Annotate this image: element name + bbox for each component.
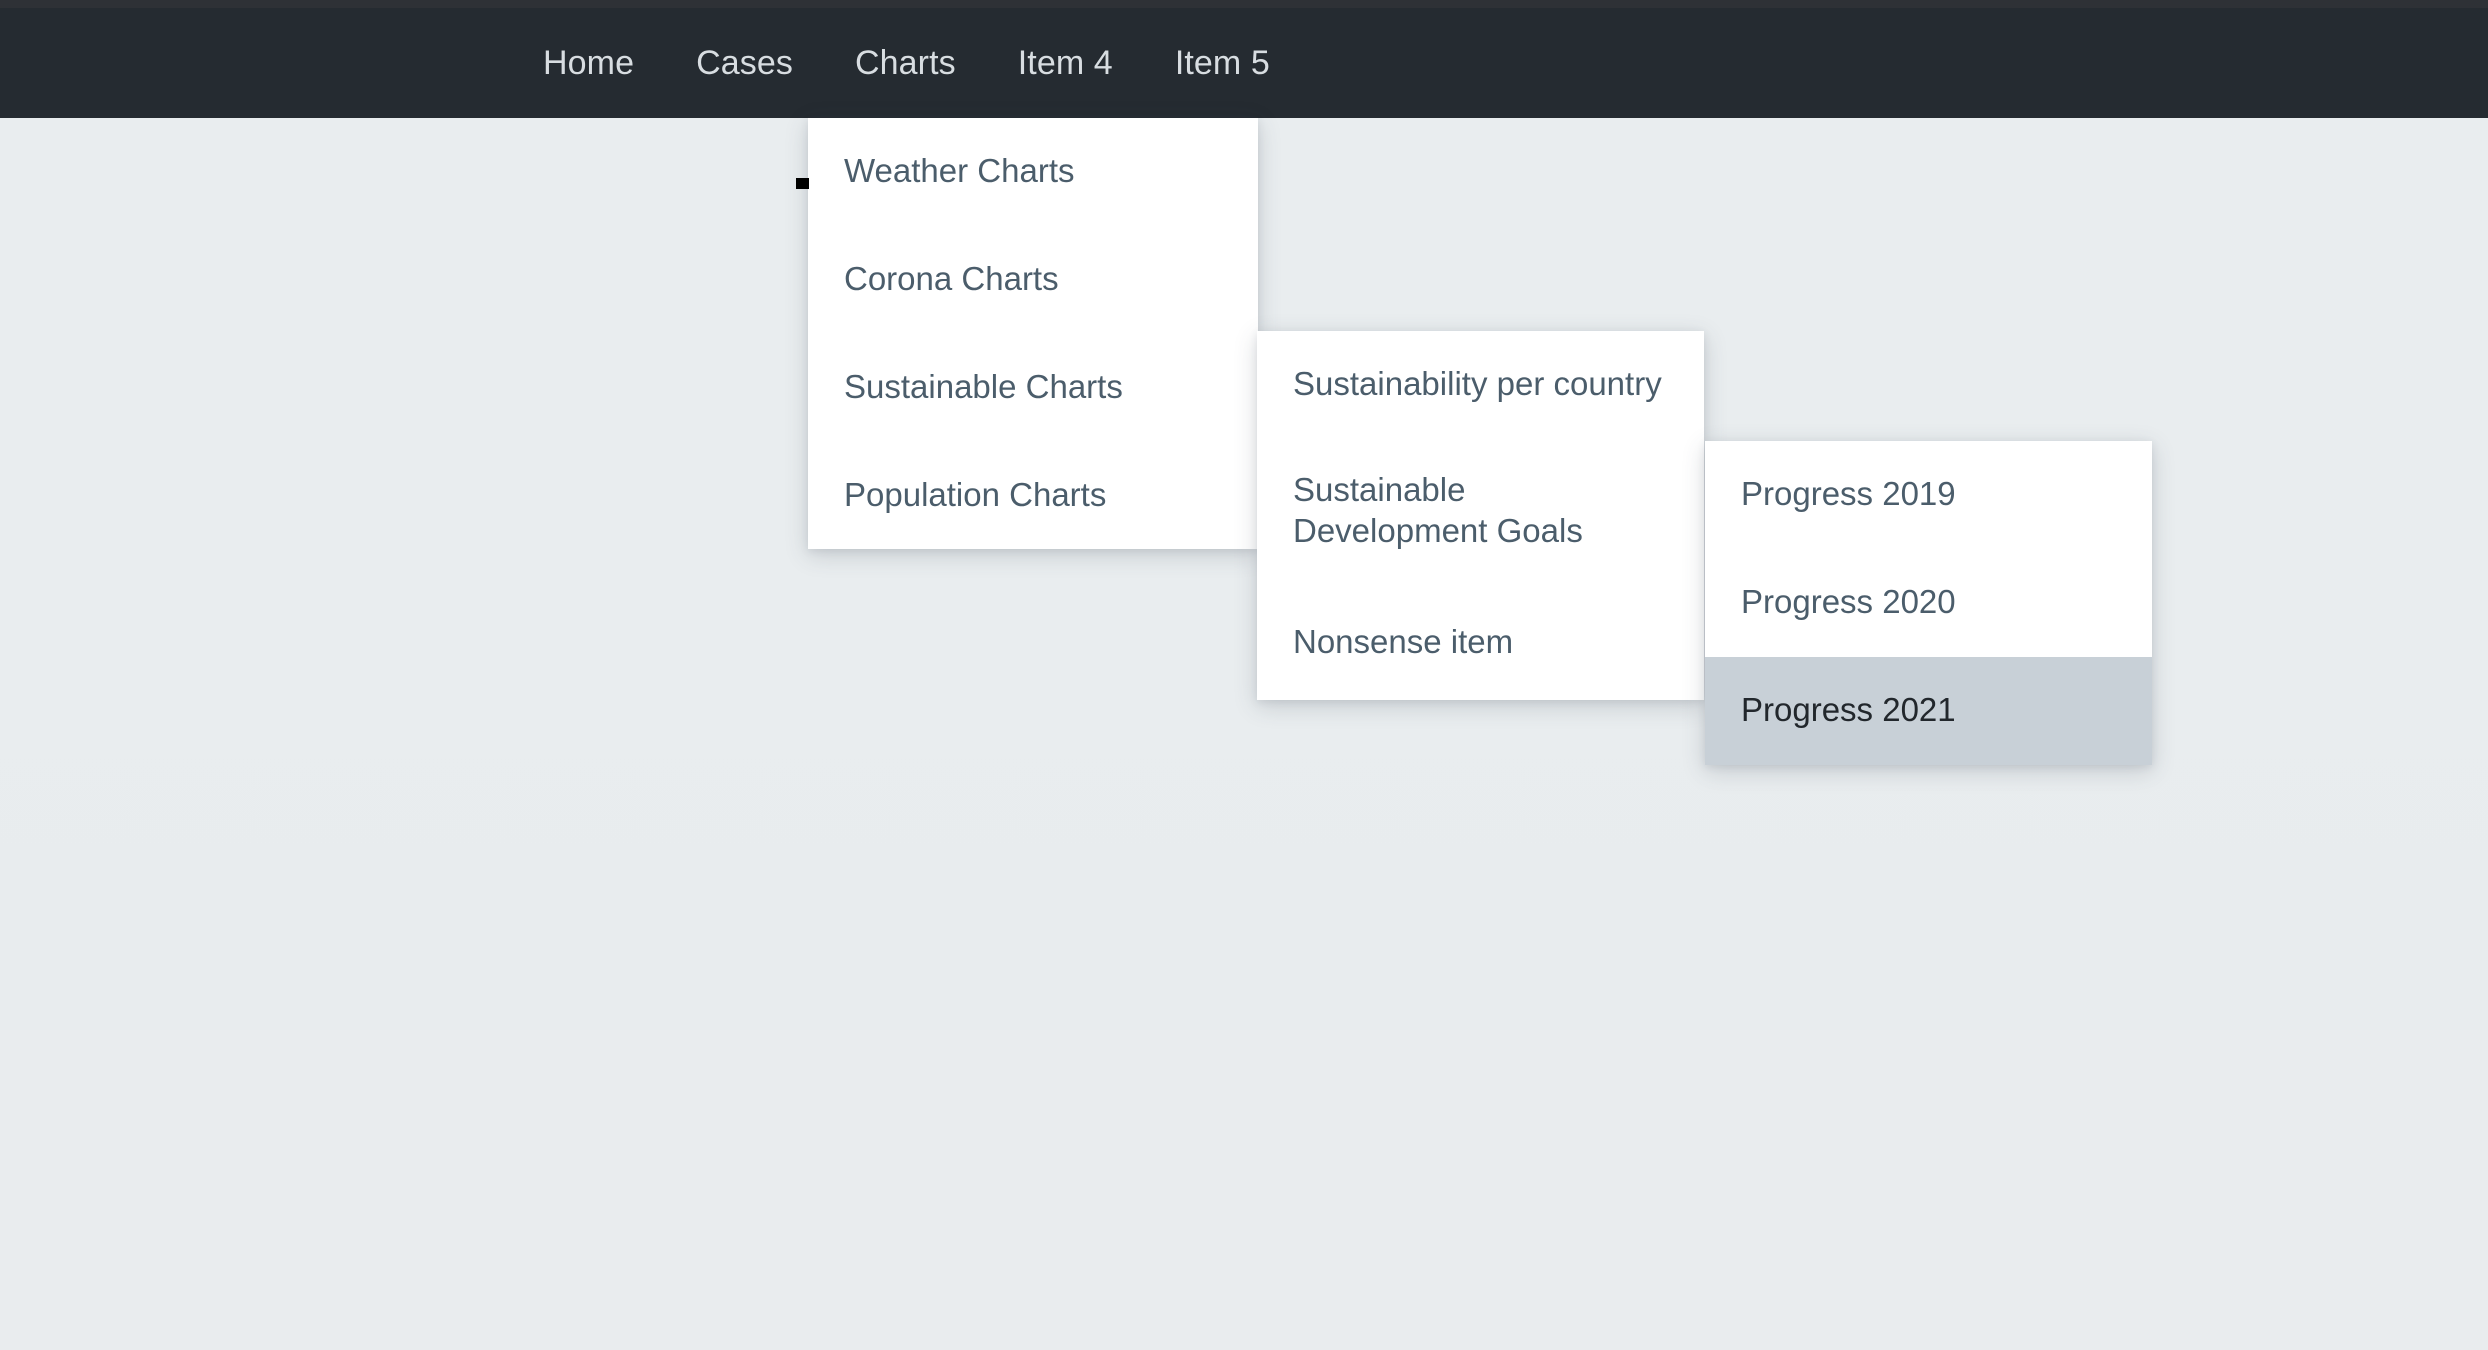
- nav-item-cases[interactable]: Cases: [665, 34, 824, 92]
- menu-item-progress-2020[interactable]: Progress 2020: [1705, 549, 2152, 657]
- menu-item-progress-2021[interactable]: Progress 2021: [1705, 657, 2152, 765]
- nav-item-charts[interactable]: Charts: [824, 34, 987, 92]
- navbar-items: Home Cases Charts Item 4 Item 5: [512, 34, 1301, 92]
- menu-item-sustainability-per-country[interactable]: Sustainability per country: [1257, 331, 1704, 437]
- menu-item-nonsense-item[interactable]: Nonsense item: [1257, 589, 1704, 695]
- menu-item-sustainable-development-goals[interactable]: Sustainable Development Goals: [1257, 437, 1704, 589]
- browser-top-strip: [0, 0, 2488, 8]
- charts-dropdown-menu: Weather Charts Corona Charts Sustainable…: [808, 118, 1258, 549]
- page-background-lower: [0, 1030, 2488, 1350]
- main-navbar: Home Cases Charts Item 4 Item 5: [0, 8, 2488, 118]
- menu-item-progress-2019[interactable]: Progress 2019: [1705, 441, 2152, 549]
- menu-item-population-charts[interactable]: Population Charts: [808, 442, 1258, 550]
- menu-item-sustainable-charts[interactable]: Sustainable Charts: [808, 334, 1258, 442]
- menu-item-weather-charts[interactable]: Weather Charts: [808, 118, 1258, 226]
- cursor-marker-icon: [796, 178, 809, 189]
- nav-item-item-4[interactable]: Item 4: [987, 34, 1144, 92]
- sustainable-charts-submenu: Sustainability per country Sustainable D…: [1257, 331, 1704, 700]
- nav-item-home[interactable]: Home: [512, 34, 665, 92]
- nav-item-item-5[interactable]: Item 5: [1144, 34, 1301, 92]
- menu-item-corona-charts[interactable]: Corona Charts: [808, 226, 1258, 334]
- sdg-progress-submenu: Progress 2019 Progress 2020 Progress 202…: [1705, 441, 2152, 765]
